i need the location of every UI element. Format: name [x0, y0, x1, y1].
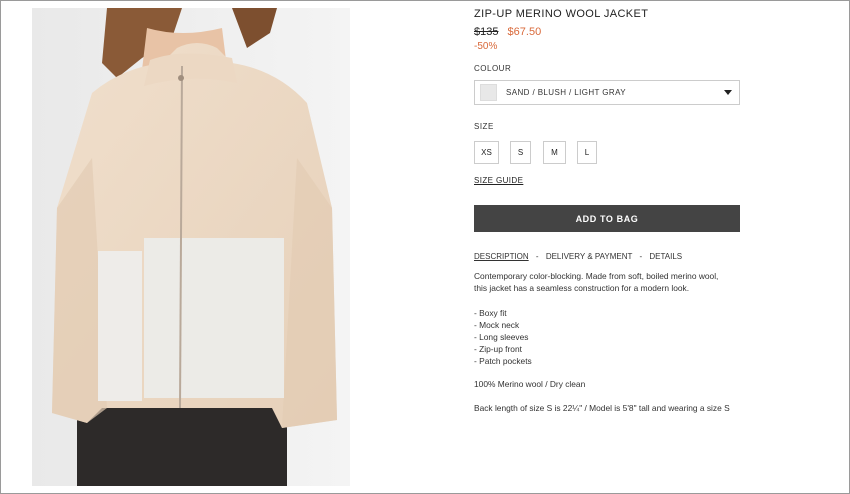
feature-item: - Mock neck [474, 320, 520, 330]
caret-down-icon [724, 90, 732, 95]
size-label: SIZE [474, 122, 494, 131]
description-line: Contemporary color-blocking. Made from s… [474, 271, 719, 281]
description-line: this jacket has a seamless construction … [474, 283, 690, 293]
colour-selected-value: SAND / BLUSH / LIGHT GRAY [506, 88, 626, 97]
tab-separator: - [535, 252, 539, 261]
material-info: 100% Merino wool / Dry clean [474, 379, 586, 389]
price-row: $135 $67.50 [474, 26, 740, 39]
length-info: Back length of size S is 22¼" / Model is… [474, 403, 730, 413]
size-option-s[interactable]: S [510, 141, 531, 164]
tab-details[interactable]: DETAILS [649, 252, 682, 261]
size-options: XS S M L [474, 141, 597, 164]
product-title: ZIP-UP MERINO WOOL JACKET [474, 8, 649, 20]
info-tabs: DESCRIPTION - DELIVERY & PAYMENT - DETAI… [474, 252, 682, 261]
tab-separator: - [639, 252, 643, 261]
colour-label: COLOUR [474, 64, 512, 73]
size-option-m[interactable]: M [543, 141, 566, 164]
size-option-l[interactable]: L [577, 141, 597, 164]
feature-item: - Long sleeves [474, 332, 529, 342]
original-price: $135 [474, 26, 499, 38]
size-option-xs[interactable]: XS [474, 141, 499, 164]
sale-price: $67.50 [507, 26, 542, 38]
discount-badge: -50% [474, 41, 498, 52]
add-to-bag-button[interactable]: ADD TO BAG [474, 205, 740, 232]
feature-item: - Boxy fit [474, 308, 507, 318]
description-text: Contemporary color-blocking. Made from s… [474, 270, 774, 294]
feature-list: - Boxy fit - Mock neck - Long sleeves - … [474, 307, 532, 367]
size-guide-link[interactable]: SIZE GUIDE [474, 176, 523, 185]
colour-select[interactable]: SAND / BLUSH / LIGHT GRAY [474, 80, 740, 105]
tab-description[interactable]: DESCRIPTION [474, 252, 529, 261]
feature-item: - Patch pockets [474, 356, 532, 366]
feature-item: - Zip-up front [474, 344, 522, 354]
colour-swatch [480, 84, 497, 101]
product-info: ZIP-UP MERINO WOOL JACKET $135 $67.50 -5… [474, 8, 740, 52]
product-image [32, 8, 350, 486]
tab-delivery-payment[interactable]: DELIVERY & PAYMENT [546, 252, 632, 261]
